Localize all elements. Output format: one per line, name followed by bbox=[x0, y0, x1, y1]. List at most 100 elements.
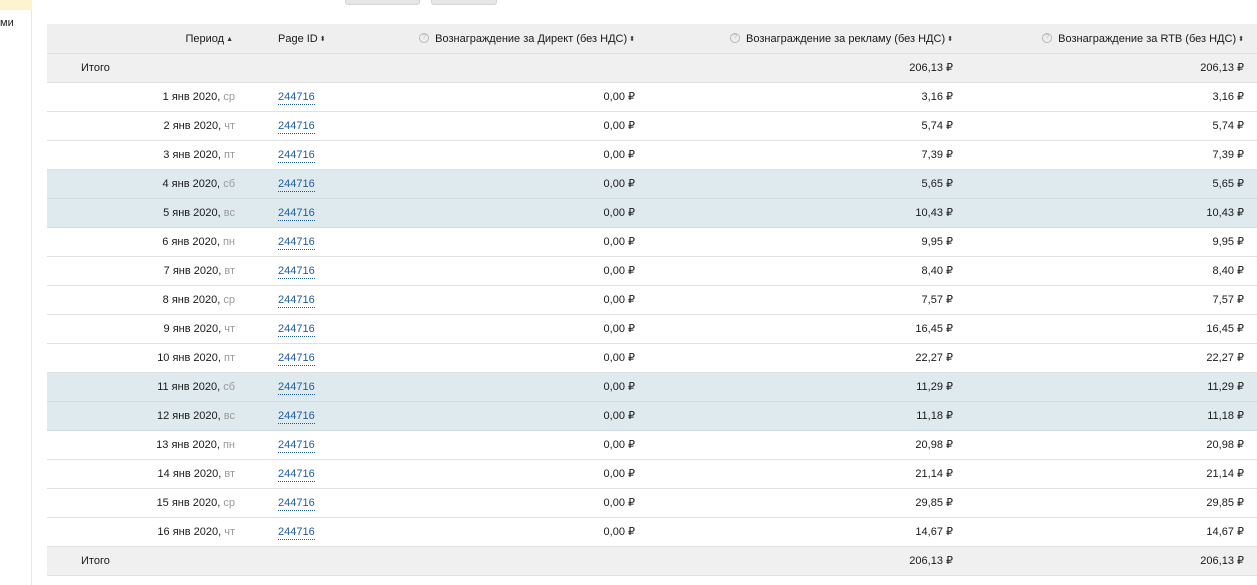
column-header-label[interactable]: Период bbox=[185, 33, 224, 45]
rtb-reward-cell: 11,29 ₽ bbox=[1207, 381, 1244, 393]
column-header-rtb-reward[interactable]: ? Вознаграждение за RTB (без НДС) ⬍ bbox=[1042, 24, 1244, 53]
ads-reward-cell: 5,65 ₽ bbox=[921, 178, 953, 190]
ads-reward-cell: 10,43 ₽ bbox=[915, 207, 953, 219]
period-cell: 5 янв 2020, вс bbox=[163, 199, 235, 227]
table-body: 1 янв 2020, ср 244716 0,00 ₽ 3,16 ₽ 3,16 ₽ 2 … bbox=[47, 83, 1257, 547]
weekday-text: ср bbox=[223, 91, 235, 103]
table-header-row: Период ▲ Page ID ⬍ ? Вознаграждение за Дире… bbox=[47, 24, 1257, 54]
sidebar-item-label[interactable]: ми bbox=[0, 17, 14, 29]
ads-reward-cell: 9,95 ₽ bbox=[921, 236, 953, 248]
ads-reward-cell: 14,67 ₽ bbox=[915, 526, 953, 538]
sort-ascending-icon[interactable]: ▲ bbox=[226, 25, 233, 55]
page-id-link[interactable]: 244716 bbox=[278, 90, 315, 105]
total-rtb-reward: 206,13 ₽ bbox=[1200, 555, 1244, 567]
total-row-bottom: Итого 206,13 ₽ 206,13 ₽ bbox=[47, 547, 1257, 576]
page-id-link[interactable]: 244716 bbox=[278, 293, 315, 308]
column-header-label[interactable]: Page ID bbox=[278, 33, 318, 45]
page-id-link[interactable]: 244716 bbox=[278, 235, 315, 250]
period-cell: 2 янв 2020, чт bbox=[164, 112, 235, 140]
direct-reward-cell: 0,00 ₽ bbox=[603, 497, 635, 509]
page-id-cell: 244716 bbox=[278, 518, 315, 546]
sort-icon[interactable]: ⬍ bbox=[320, 25, 326, 55]
date-text: 11 янв 2020, bbox=[157, 381, 221, 393]
page-id-link[interactable]: 244716 bbox=[278, 264, 315, 279]
page-id-cell: 244716 bbox=[278, 344, 315, 372]
rtb-reward-cell: 29,85 ₽ bbox=[1206, 497, 1244, 509]
column-header-page-id[interactable]: Page ID ⬍ bbox=[278, 24, 326, 53]
statistics-table: Период ▲ Page ID ⬍ ? Вознаграждение за Дире… bbox=[47, 24, 1257, 576]
sort-icon[interactable]: ⬍ bbox=[629, 25, 635, 55]
sort-icon[interactable]: ⬍ bbox=[1238, 25, 1244, 55]
rtb-reward-cell: 5,74 ₽ bbox=[1212, 120, 1244, 132]
ads-reward-cell: 11,18 ₽ bbox=[916, 410, 953, 422]
rtb-reward-cell: 20,98 ₽ bbox=[1206, 439, 1244, 451]
weekday-text: пт bbox=[224, 352, 235, 364]
page-id-cell: 244716 bbox=[278, 286, 315, 314]
weekday-text: ср bbox=[223, 497, 235, 509]
date-text: 4 янв 2020, bbox=[162, 178, 221, 190]
table-row: 7 янв 2020, вт 244716 0,00 ₽ 8,40 ₽ 8,40 ₽ bbox=[47, 257, 1257, 286]
page-id-link[interactable]: 244716 bbox=[278, 148, 315, 163]
page-id-link[interactable]: 244716 bbox=[278, 467, 315, 482]
page-id-link[interactable]: 244716 bbox=[278, 351, 315, 366]
table-row: 15 янв 2020, ср 244716 0,00 ₽ 29,85 ₽ 29,85 … bbox=[47, 489, 1257, 518]
date-text: 16 янв 2020, bbox=[157, 526, 222, 538]
column-header-label[interactable]: Вознаграждение за Директ (без НДС) bbox=[435, 33, 627, 45]
weekday-text: ср bbox=[223, 294, 235, 306]
period-cell: 13 янв 2020, пн bbox=[156, 431, 235, 459]
date-text: 14 янв 2020, bbox=[157, 468, 222, 480]
direct-reward-cell: 0,00 ₽ bbox=[603, 265, 635, 277]
column-header-label[interactable]: Вознаграждение за рекламу (без НДС) bbox=[746, 33, 945, 45]
page-id-cell: 244716 bbox=[278, 460, 315, 488]
rtb-reward-cell: 21,14 ₽ bbox=[1206, 468, 1244, 480]
date-text: 3 янв 2020, bbox=[163, 149, 221, 161]
page-id-link[interactable]: 244716 bbox=[278, 119, 315, 134]
total-label: Итого bbox=[81, 555, 110, 567]
left-sidebar: ми bbox=[0, 0, 32, 585]
period-cell: 6 янв 2020, пн bbox=[162, 228, 235, 256]
period-cell: 10 янв 2020, пт bbox=[157, 344, 235, 372]
rtb-reward-cell: 16,45 ₽ bbox=[1206, 323, 1244, 335]
ads-reward-cell: 3,16 ₽ bbox=[921, 91, 953, 103]
period-cell: 3 янв 2020, пт bbox=[163, 141, 235, 169]
sort-icon[interactable]: ⬍ bbox=[947, 25, 953, 55]
weekday-text: пн bbox=[222, 236, 235, 248]
toolbar-button-2[interactable] bbox=[431, 0, 497, 5]
column-header-ads-reward[interactable]: ? Вознаграждение за рекламу (без НДС) ⬍ bbox=[730, 24, 953, 53]
page-id-link[interactable]: 244716 bbox=[278, 525, 315, 540]
column-header-label[interactable]: Вознаграждение за RTB (без НДС) bbox=[1058, 33, 1236, 45]
rtb-reward-cell: 7,57 ₽ bbox=[1212, 294, 1244, 306]
column-header-direct-reward[interactable]: ? Вознаграждение за Директ (без НДС) ⬍ bbox=[419, 24, 635, 53]
toolbar-button-1[interactable] bbox=[345, 0, 420, 5]
direct-reward-cell: 0,00 ₽ bbox=[603, 323, 635, 335]
help-icon[interactable]: ? bbox=[419, 33, 430, 43]
date-text: 12 янв 2020, bbox=[156, 410, 221, 422]
page-id-link[interactable]: 244716 bbox=[278, 496, 315, 511]
date-text: 8 янв 2020, bbox=[162, 294, 221, 306]
page-id-link[interactable]: 244716 bbox=[278, 177, 315, 192]
help-icon[interactable]: ? bbox=[1042, 33, 1053, 43]
table-row: 10 янв 2020, пт 244716 0,00 ₽ 22,27 ₽ 22,27 … bbox=[47, 344, 1257, 373]
page-id-link[interactable]: 244716 bbox=[278, 438, 315, 453]
page-id-cell: 244716 bbox=[278, 170, 315, 198]
rtb-reward-cell: 5,65 ₽ bbox=[1212, 178, 1244, 190]
total-rtb-reward: 206,13 ₽ bbox=[1200, 62, 1244, 74]
column-header-period[interactable]: Период ▲ bbox=[185, 24, 233, 53]
date-text: 9 янв 2020, bbox=[163, 323, 222, 335]
weekday-text: сб bbox=[223, 178, 235, 190]
page-id-link[interactable]: 244716 bbox=[278, 380, 315, 395]
period-cell: 11 янв 2020, сб bbox=[157, 373, 235, 401]
help-icon[interactable]: ? bbox=[730, 33, 741, 43]
rtb-reward-cell: 7,39 ₽ bbox=[1212, 149, 1244, 161]
rtb-reward-cell: 8,40 ₽ bbox=[1212, 265, 1244, 277]
table-row: 6 янв 2020, пн 244716 0,00 ₽ 9,95 ₽ 9,95 ₽ bbox=[47, 228, 1257, 257]
page-id-link[interactable]: 244716 bbox=[278, 409, 315, 424]
ads-reward-cell: 29,85 ₽ bbox=[915, 497, 953, 509]
ads-reward-cell: 8,40 ₽ bbox=[921, 265, 953, 277]
period-cell: 8 янв 2020, ср bbox=[163, 286, 235, 314]
table-row: 8 янв 2020, ср 244716 0,00 ₽ 7,57 ₽ 7,57 ₽ bbox=[47, 286, 1257, 315]
page-id-link[interactable]: 244716 bbox=[278, 322, 315, 337]
date-text: 2 янв 2020, bbox=[163, 120, 222, 132]
date-text: 15 янв 2020, bbox=[156, 497, 221, 509]
page-id-link[interactable]: 244716 bbox=[278, 206, 315, 221]
